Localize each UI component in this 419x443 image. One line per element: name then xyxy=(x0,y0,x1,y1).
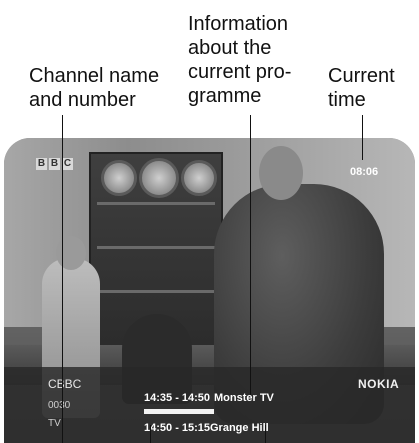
channel-name: CBBC xyxy=(48,377,82,391)
programme-progress-bar xyxy=(144,409,214,414)
logo-letter: C xyxy=(62,158,73,170)
callout-programme-info: Information about the current pro- gramm… xyxy=(188,13,292,107)
scene-plate xyxy=(181,160,217,196)
next-programme-time: 14:50 - 15:15 xyxy=(144,422,211,434)
leader-line-programme xyxy=(250,115,251,395)
leader-line-next-title xyxy=(265,425,266,443)
programme-progress-fill xyxy=(144,409,214,414)
scene-shelf xyxy=(97,202,215,205)
scene-plate xyxy=(139,158,179,198)
current-time: 08:06 xyxy=(350,166,379,178)
broadcaster-logo: B B C xyxy=(36,158,73,170)
channel-number: 0030 xyxy=(48,400,71,411)
leader-line-channel xyxy=(62,115,63,443)
channel-type: TV xyxy=(48,418,61,429)
now-programme-time: 14:35 - 14:50 xyxy=(144,392,211,404)
logo-letter: B xyxy=(36,158,47,170)
callout-channel-name-number: Channel name and number xyxy=(29,65,160,111)
leader-line-next-time xyxy=(150,425,151,443)
scene-shelf xyxy=(97,290,215,293)
next-programme-title: Grange Hill xyxy=(210,422,269,434)
now-programme-title: Monster TV xyxy=(214,392,274,404)
brand-logo: NOKIA xyxy=(358,377,400,391)
tv-screen: B B C 08:06 CBBC 0030 TV 14:35 - 14:50 M… xyxy=(4,138,415,443)
logo-letter: B xyxy=(49,158,60,170)
leader-line-time xyxy=(362,115,363,160)
scene-man-head xyxy=(259,146,303,200)
scene-boy-head xyxy=(56,236,86,270)
scene-shelf xyxy=(97,246,215,249)
scene-plate xyxy=(101,160,137,196)
info-banner: CBBC 0030 TV 14:35 - 14:50 Monster TV 14… xyxy=(4,367,415,443)
callout-current-time: Current time xyxy=(328,65,395,111)
